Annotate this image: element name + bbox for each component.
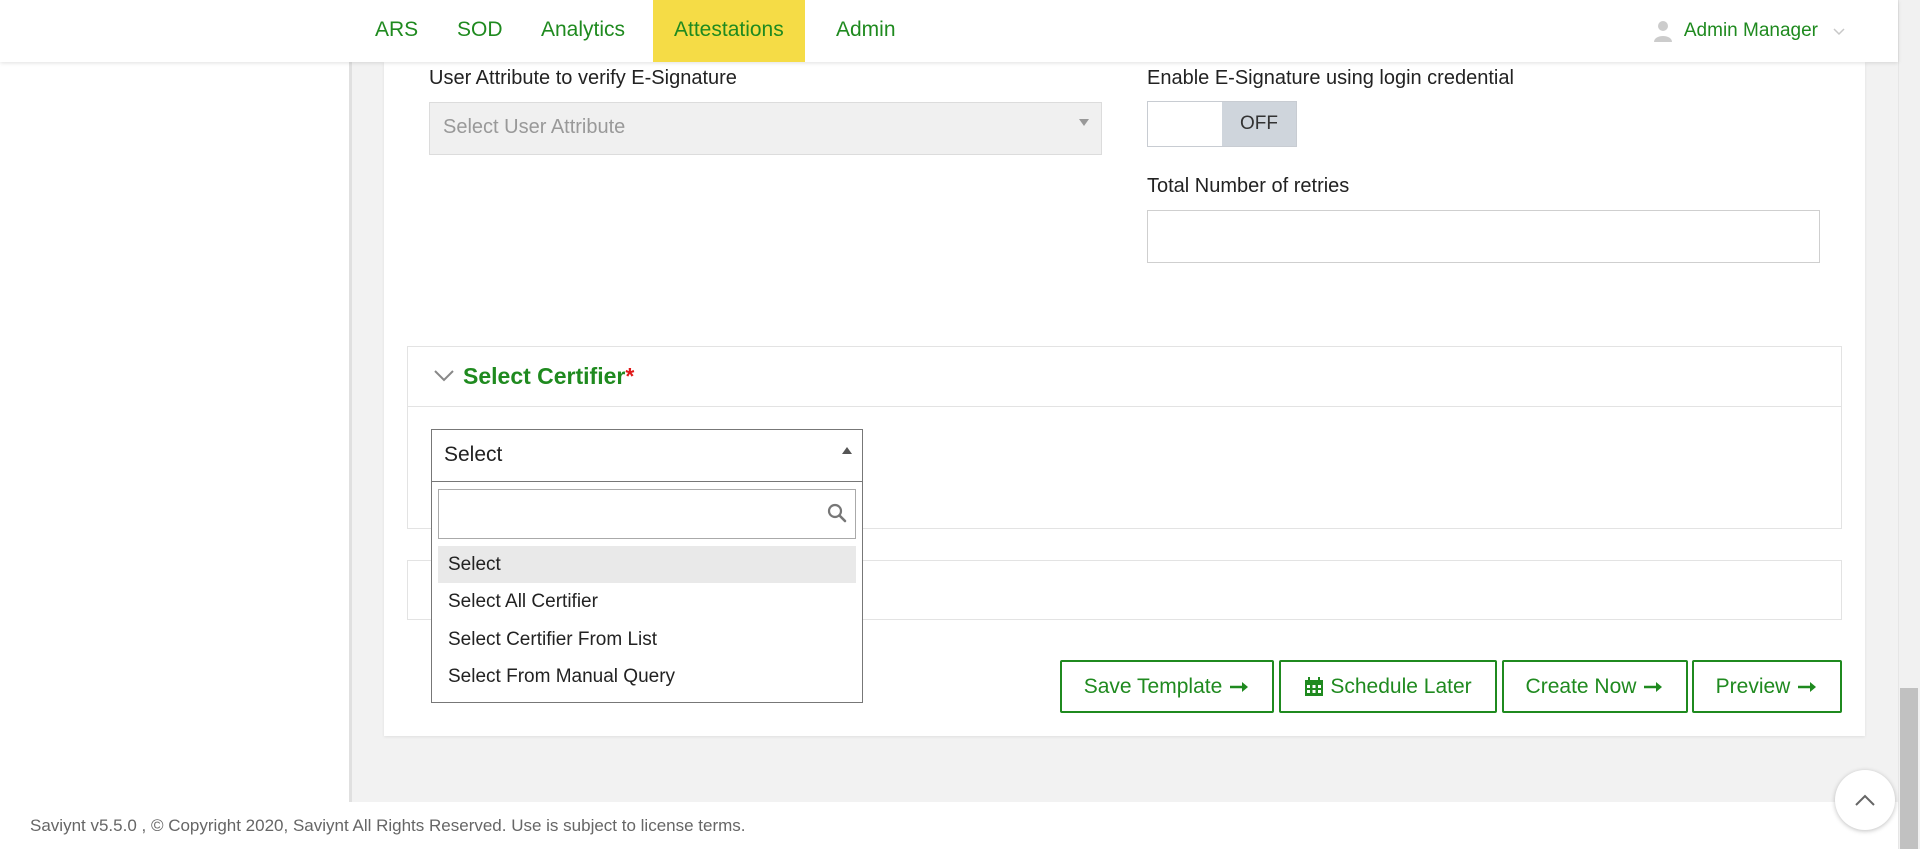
left-sidebar <box>0 62 352 802</box>
chevron-down-icon <box>434 370 454 382</box>
certifier-select[interactable]: Select <box>431 429 863 482</box>
retries-input[interactable] <box>1147 210 1820 263</box>
footer-copyright: Saviynt v5.5.0 , © Copyright 2020, Saviy… <box>30 816 746 835</box>
nav-item-sod[interactable]: SOD <box>436 0 524 62</box>
schedule-later-button[interactable]: Schedule Later <box>1279 660 1497 713</box>
back-to-top-button[interactable] <box>1835 770 1895 830</box>
calendar-icon <box>1305 676 1324 696</box>
scrollbar-track[interactable] <box>1898 0 1920 849</box>
esig-attribute-placeholder: Select User Attribute <box>443 116 626 138</box>
esig-attribute-label: User Attribute to verify E-Signature <box>429 67 737 89</box>
create-now-button[interactable]: Create Now <box>1502 660 1688 713</box>
certifier-selected-value: Select <box>444 443 503 466</box>
esig-toggle[interactable]: OFF <box>1147 101 1297 147</box>
footer: Saviynt v5.5.0 , © Copyright 2020, Saviy… <box>0 802 1898 849</box>
select-certifier-header[interactable]: Select Certifier* <box>408 347 1841 407</box>
esig-enable-label: Enable E-Signature using login credentia… <box>1147 67 1514 89</box>
user-name: Admin Manager <box>1683 20 1818 41</box>
save-template-button[interactable]: Save Template <box>1060 660 1274 713</box>
nav-item-attestations[interactable]: Attestations <box>653 0 805 62</box>
retries-label: Total Number of retries <box>1147 175 1350 197</box>
scrollbar-thumb[interactable] <box>1900 688 1918 849</box>
create-now-label: Create Now <box>1525 674 1637 698</box>
caret-down-icon <box>1079 119 1089 126</box>
dropdown-search-input[interactable] <box>438 489 856 539</box>
chevron-up-icon <box>1855 794 1875 806</box>
toggle-state: OFF <box>1222 102 1296 146</box>
schedule-later-label: Schedule Later <box>1330 674 1472 698</box>
nav-item-ars[interactable]: ARS <box>354 0 439 62</box>
arrow-right-icon <box>1798 681 1817 692</box>
select-certifier-title: Select Certifier* <box>463 363 634 390</box>
top-nav-bar: ARS SOD Analytics Attestations Admin Adm… <box>0 0 1898 62</box>
section-title-text: Select Certifier <box>463 363 626 389</box>
caret-up-icon <box>842 447 852 454</box>
chevron-down-icon <box>1833 28 1845 36</box>
dropdown-option[interactable]: Select All Certifier <box>438 583 856 620</box>
user-icon <box>1653 21 1672 42</box>
dropdown-option[interactable]: Select From Manual Query <box>438 658 856 695</box>
nav-item-analytics[interactable]: Analytics <box>520 0 646 62</box>
search-icon <box>827 503 847 523</box>
dropdown-option[interactable]: Select <box>438 546 856 583</box>
preview-label: Preview <box>1715 674 1791 698</box>
arrow-right-icon <box>1230 681 1249 692</box>
preview-button[interactable]: Preview <box>1692 660 1842 713</box>
arrow-right-icon <box>1644 681 1663 692</box>
dropdown-option[interactable]: Select Certifier From List <box>438 621 856 658</box>
user-menu[interactable]: Admin Manager <box>1653 0 1846 62</box>
certifier-dropdown: Select Select All Certifier Select Certi… <box>431 481 863 703</box>
esig-attribute-select: Select User Attribute <box>429 102 1102 155</box>
save-template-label: Save Template <box>1083 674 1223 698</box>
nav-item-admin[interactable]: Admin <box>815 0 917 62</box>
required-mark: * <box>625 363 635 389</box>
